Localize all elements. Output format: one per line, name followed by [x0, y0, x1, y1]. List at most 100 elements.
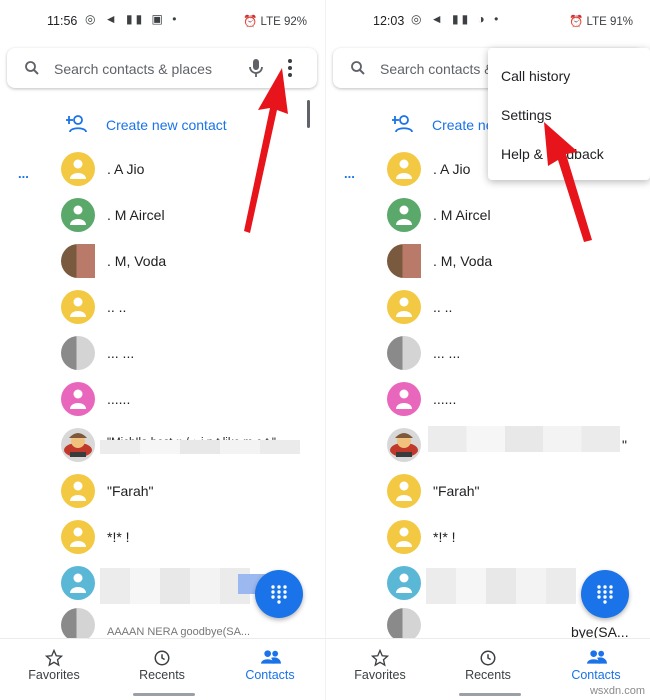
avatar [61, 566, 95, 600]
avatar [387, 520, 421, 554]
list-item[interactable]: "Farah" [326, 470, 650, 516]
star-icon [371, 649, 389, 667]
cartoon-avatar-icon [64, 433, 92, 457]
red-arrow-annotation [244, 68, 288, 233]
contact-name: .. .. [433, 299, 453, 315]
gesture-bar[interactable] [133, 693, 195, 696]
tab-label: Contacts [245, 668, 295, 682]
contact-name: . A Jio [433, 161, 471, 177]
avatar [387, 290, 421, 324]
avatar-photo [61, 244, 95, 278]
avatar [61, 152, 95, 186]
blurred-name [426, 568, 576, 604]
person-icon [70, 573, 86, 593]
tab-recents[interactable]: Recents [108, 639, 216, 700]
avatar [61, 382, 95, 416]
red-arrow-annotation [544, 122, 592, 242]
person-icon [70, 205, 86, 225]
avatar [387, 474, 421, 508]
list-item[interactable]: *!* ! [0, 516, 325, 562]
status-bar: 11:56 ◎ ◄ ▮▮ ▣ • ⏰ LTE 92% [0, 12, 325, 32]
list-item[interactable]: . M, Voda [326, 240, 650, 286]
status-battery: ⏰ LTE 91% [569, 16, 633, 28]
list-item[interactable]: ... ... [326, 332, 650, 378]
contact-name: ... ... [433, 345, 461, 361]
contact-name: *!* ! [433, 529, 456, 545]
avatar [61, 474, 95, 508]
contact-name: AAAAN NERA goodbye(SA... [107, 626, 251, 638]
contact-name: ... ... [107, 345, 135, 361]
dialpad-icon [597, 585, 613, 604]
list-item[interactable]: .. .. [0, 286, 325, 332]
avatar [387, 152, 421, 186]
person-icon [70, 389, 86, 409]
tab-label: Recents [465, 668, 511, 682]
dialpad-button[interactable] [581, 570, 629, 618]
dialpad-icon [271, 585, 287, 604]
person-icon [70, 481, 86, 501]
person-icon [396, 159, 412, 179]
avatar [387, 198, 421, 232]
clock-icon [480, 650, 496, 666]
list-item[interactable]: ...... [0, 378, 325, 424]
person-icon [396, 481, 412, 501]
list-item[interactable]: " [326, 424, 650, 470]
people-icon [587, 650, 607, 664]
tab-favorites[interactable]: Favorites [0, 639, 108, 700]
avatar [61, 290, 95, 324]
add-person-icon [392, 115, 413, 133]
watermark: wsxdn.com [589, 685, 645, 697]
avatar-photo [61, 336, 95, 370]
list-item[interactable]: *!* ! [326, 516, 650, 562]
people-icon [261, 650, 281, 664]
status-battery: ⏰ LTE 92% [243, 16, 307, 28]
avatar [387, 382, 421, 416]
status-time: 12:03 [373, 14, 405, 28]
contact-name: . M, Voda [433, 253, 493, 269]
avatar-photo [387, 608, 421, 642]
tab-recents[interactable]: Recents [434, 639, 542, 700]
blurred-name [100, 568, 250, 604]
cartoon-avatar-icon [390, 433, 418, 457]
menu-item-label: Call history [501, 68, 571, 84]
search-icon[interactable] [23, 59, 41, 77]
status-bar: 12:03 ◎ ◄ ▮▮ ◑ • ⏰ LTE 91% [326, 12, 650, 32]
tab-label: Favorites [28, 668, 80, 682]
list-item[interactable]: "Farah" [0, 470, 325, 516]
tab-label: Recents [139, 668, 185, 682]
person-icon [396, 389, 412, 409]
list-item[interactable]: .. .. [326, 286, 650, 332]
dialpad-button[interactable] [255, 570, 303, 618]
contact-name: . A Jio [107, 161, 145, 177]
person-icon [396, 205, 412, 225]
gesture-bar[interactable] [459, 693, 521, 696]
list-item[interactable]: . M, Voda [0, 240, 325, 286]
avatar [387, 566, 421, 600]
contact-name: .. .. [107, 299, 127, 315]
menu-item-call-history[interactable]: Call history [488, 56, 650, 96]
list-item[interactable]: . M Aircel [326, 194, 650, 240]
bottom-navigation: Favorites Recents Contacts [0, 638, 325, 700]
clock-icon [154, 650, 170, 666]
star-icon [45, 649, 63, 667]
contact-name: . M, Voda [107, 253, 167, 269]
person-icon [70, 527, 86, 547]
notification-icons: ◎ ◄ ▮▮ ▣ • [85, 12, 180, 26]
tab-label: Favorites [354, 668, 406, 682]
avatar [61, 198, 95, 232]
list-item[interactable]: ... ... [0, 332, 325, 378]
list-item[interactable]: ...... [326, 378, 650, 424]
search-icon[interactable] [349, 59, 367, 77]
contact-name: . M Aircel [107, 207, 165, 223]
create-contact-label: Create new contact [106, 117, 227, 133]
person-icon [396, 527, 412, 547]
blurred-name [428, 426, 620, 452]
avatar-photo [61, 428, 95, 462]
tab-contacts[interactable]: Contacts [216, 639, 324, 700]
tab-favorites[interactable]: Favorites [326, 639, 434, 700]
search-input[interactable]: Search contacts & places [54, 61, 212, 77]
avatar-photo [387, 428, 421, 462]
person-icon [70, 297, 86, 317]
notification-icons: ◎ ◄ ▮▮ ◑ • [411, 12, 502, 26]
contact-name: "Farah" [107, 483, 154, 499]
